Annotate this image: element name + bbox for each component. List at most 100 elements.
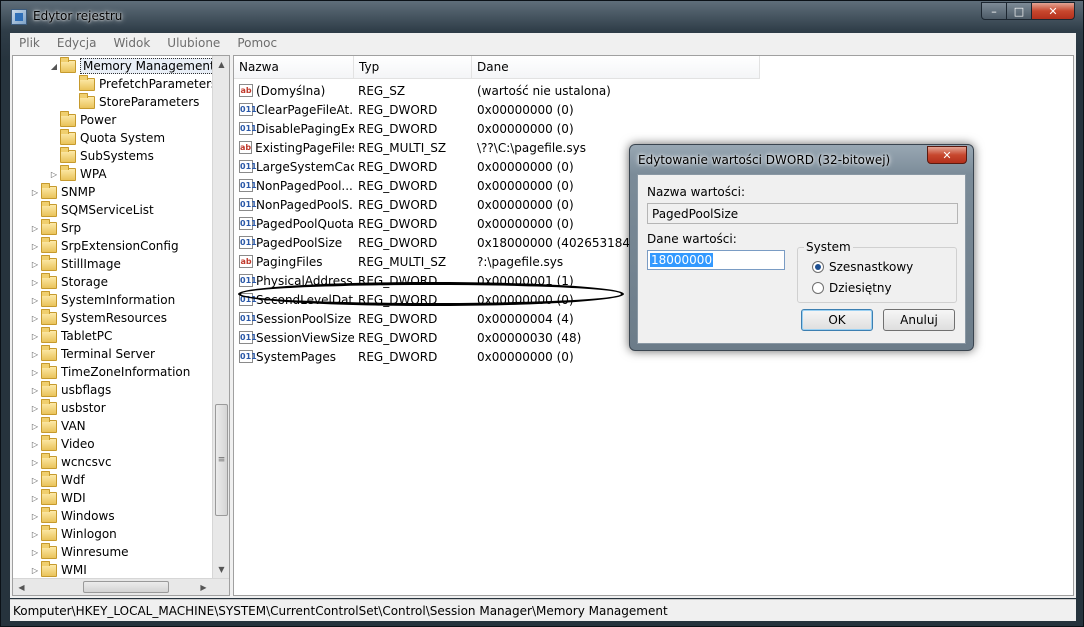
menu-bar: Plik Edycja Widok Ulubione Pomoc (10, 33, 1076, 53)
value-name: (Domyślna) (256, 83, 326, 98)
value-type: REG_DWORD (358, 235, 438, 250)
expand-arrow-icon[interactable]: ▷ (29, 350, 41, 359)
tree-item[interactable]: ▷ Winlogon (29, 524, 117, 543)
scroll-up-arrow-icon[interactable]: ▲ (213, 56, 229, 73)
expand-arrow-icon[interactable]: ▷ (29, 548, 41, 557)
tree-item[interactable]: ▷ WMI (29, 560, 87, 579)
tree-horizontal-scrollbar[interactable]: ◀ ▶ (13, 578, 229, 595)
tree-item[interactable]: PrefetchParameters (67, 74, 217, 93)
expand-arrow-icon[interactable]: ▷ (29, 368, 41, 377)
tree-item[interactable]: ▷ SystemResources (29, 308, 167, 327)
radio-decimal[interactable]: Dziesiętny (812, 281, 892, 295)
menu-favorites[interactable]: Ulubione (158, 36, 228, 50)
tree-item[interactable]: ▷ Video (29, 434, 95, 453)
tree-item-label: Terminal Server (61, 347, 155, 361)
tree-item[interactable]: ▷ Srp (29, 218, 81, 237)
value-name-cell: ab PagingFiles (239, 252, 354, 271)
tree-item[interactable]: ▷ usbstor (29, 398, 106, 417)
value-row[interactable]: 011DisablePagingEx... REG_DWORD 0x00000000… (234, 119, 1073, 138)
dialog-close-button[interactable]: ✕ (927, 146, 967, 164)
expand-arrow-icon[interactable]: ▷ (29, 332, 41, 341)
tree-item[interactable]: ▷ VAN (29, 416, 86, 435)
tree-item[interactable]: ▷ SystemInformation (29, 290, 175, 309)
tree-item[interactable]: ▷ SrpExtensionConfig (29, 236, 179, 255)
radio-decimal-label: Dziesiętny (829, 281, 892, 295)
expand-arrow-icon[interactable]: ▷ (29, 242, 41, 251)
expand-arrow-icon[interactable]: ▷ (29, 188, 41, 197)
expand-arrow-icon[interactable]: ▷ (29, 566, 41, 575)
expand-arrow-icon[interactable]: ▷ (29, 530, 41, 539)
expand-arrow-icon[interactable]: ▷ (29, 458, 41, 467)
horizontal-scroll-thumb[interactable] (83, 581, 169, 593)
tree-item[interactable]: ▷ WPA (48, 164, 107, 183)
value-name: NonPagedPoolS... (256, 197, 354, 212)
value-row[interactable]: ab (Domyślna) REG_SZ (wartość nie ustalona) (234, 81, 1073, 100)
value-type: REG_DWORD (358, 216, 438, 231)
value-type: REG_DWORD (358, 197, 438, 212)
expand-arrow-icon[interactable]: ▷ (29, 296, 41, 305)
expand-arrow-icon[interactable]: ▷ (29, 476, 41, 485)
tree-item[interactable]: ▷ TabletPC (29, 326, 112, 345)
tree-item[interactable]: ◢ Memory Management (48, 56, 218, 75)
ok-button[interactable]: OK (801, 309, 873, 331)
column-header-data[interactable]: Dane (472, 56, 760, 79)
expand-arrow-icon[interactable]: ▷ (29, 386, 41, 395)
tree-item[interactable]: SubSystems (48, 146, 154, 165)
tree-item[interactable]: ▷ Terminal Server (29, 344, 155, 363)
value-data-input[interactable]: 18000000 (647, 250, 785, 270)
tree-item[interactable]: ▷ Wdf (29, 470, 85, 489)
tree-item[interactable]: ▷ Storage (29, 272, 108, 291)
tree-item[interactable]: ▷ usbflags (29, 380, 111, 399)
tree-item-label: TimeZoneInformation (61, 365, 191, 379)
window-title: Edytor rejestru (33, 9, 123, 23)
radio-unchecked-icon[interactable] (812, 282, 824, 294)
menu-edit[interactable]: Edycja (48, 36, 105, 50)
minimize-button[interactable]: – (981, 2, 1007, 20)
expand-arrow-icon[interactable]: ▷ (29, 404, 41, 413)
expand-arrow-icon[interactable]: ▷ (29, 278, 41, 287)
maximize-button[interactable]: □ (1006, 2, 1032, 20)
tree-vertical-scrollbar[interactable]: ▲ ≡ ▼ (212, 56, 229, 578)
folder-icon (41, 362, 57, 379)
expand-arrow-icon[interactable]: ▷ (29, 512, 41, 521)
collapse-arrow-icon[interactable]: ◢ (48, 62, 60, 71)
expand-arrow-icon[interactable]: ▷ (29, 260, 41, 269)
radio-hexadecimal[interactable]: Szesnastkowy (812, 260, 913, 274)
expand-arrow-icon[interactable]: ▷ (29, 224, 41, 233)
column-header-type[interactable]: Typ (354, 56, 472, 79)
column-header-name[interactable]: Nazwa (234, 56, 354, 79)
menu-view[interactable]: Widok (104, 36, 158, 50)
expand-arrow-icon[interactable]: ▷ (29, 422, 41, 431)
expand-arrow-icon[interactable]: ▷ (29, 440, 41, 449)
tree-item[interactable]: ▷ StillImage (29, 254, 121, 273)
cancel-button[interactable]: Anuluj (883, 309, 955, 331)
tree-item[interactable]: SQMServiceList (29, 200, 154, 219)
tree-item[interactable]: ▷ Winresume (29, 542, 129, 561)
menu-file[interactable]: Plik (10, 36, 48, 50)
tree-item[interactable]: ▷ TimeZoneInformation (29, 362, 191, 381)
value-row[interactable]: 011 ClearPageFileAt... REG_DWORD 0x00000000… (234, 100, 1073, 119)
vertical-scroll-thumb[interactable]: ≡ (215, 404, 228, 516)
menu-help[interactable]: Pomoc (228, 36, 285, 50)
tree-item[interactable]: ▷ WDI (29, 488, 86, 507)
tree-item[interactable]: Quota System (48, 128, 165, 147)
scroll-left-arrow-icon[interactable]: ◀ (13, 579, 30, 595)
close-button[interactable]: ✕ (1031, 2, 1075, 20)
folder-icon (60, 128, 76, 145)
tree-item-label: SubSystems (80, 149, 154, 163)
scroll-right-arrow-icon[interactable]: ▶ (195, 579, 212, 595)
tree-item[interactable]: ▷ SNMP (29, 182, 95, 201)
value-data: 0x00000000 (0) (477, 121, 574, 136)
scroll-down-arrow-icon[interactable]: ▼ (213, 561, 229, 578)
expand-arrow-icon[interactable]: ▷ (29, 494, 41, 503)
tree-item[interactable]: ▷ Windows (29, 506, 115, 525)
expand-arrow-icon[interactable]: ▷ (29, 314, 41, 323)
folder-icon (41, 398, 57, 415)
binary-value-icon: 011 (239, 350, 257, 363)
tree-item[interactable]: ▷ wcncsvc (29, 452, 112, 471)
radio-checked-icon[interactable] (812, 261, 824, 273)
expand-arrow-icon[interactable]: ▷ (48, 170, 60, 179)
tree-item[interactable]: Power (48, 110, 116, 129)
tree-item[interactable]: StoreParameters (67, 92, 199, 111)
folder-icon (41, 236, 57, 253)
